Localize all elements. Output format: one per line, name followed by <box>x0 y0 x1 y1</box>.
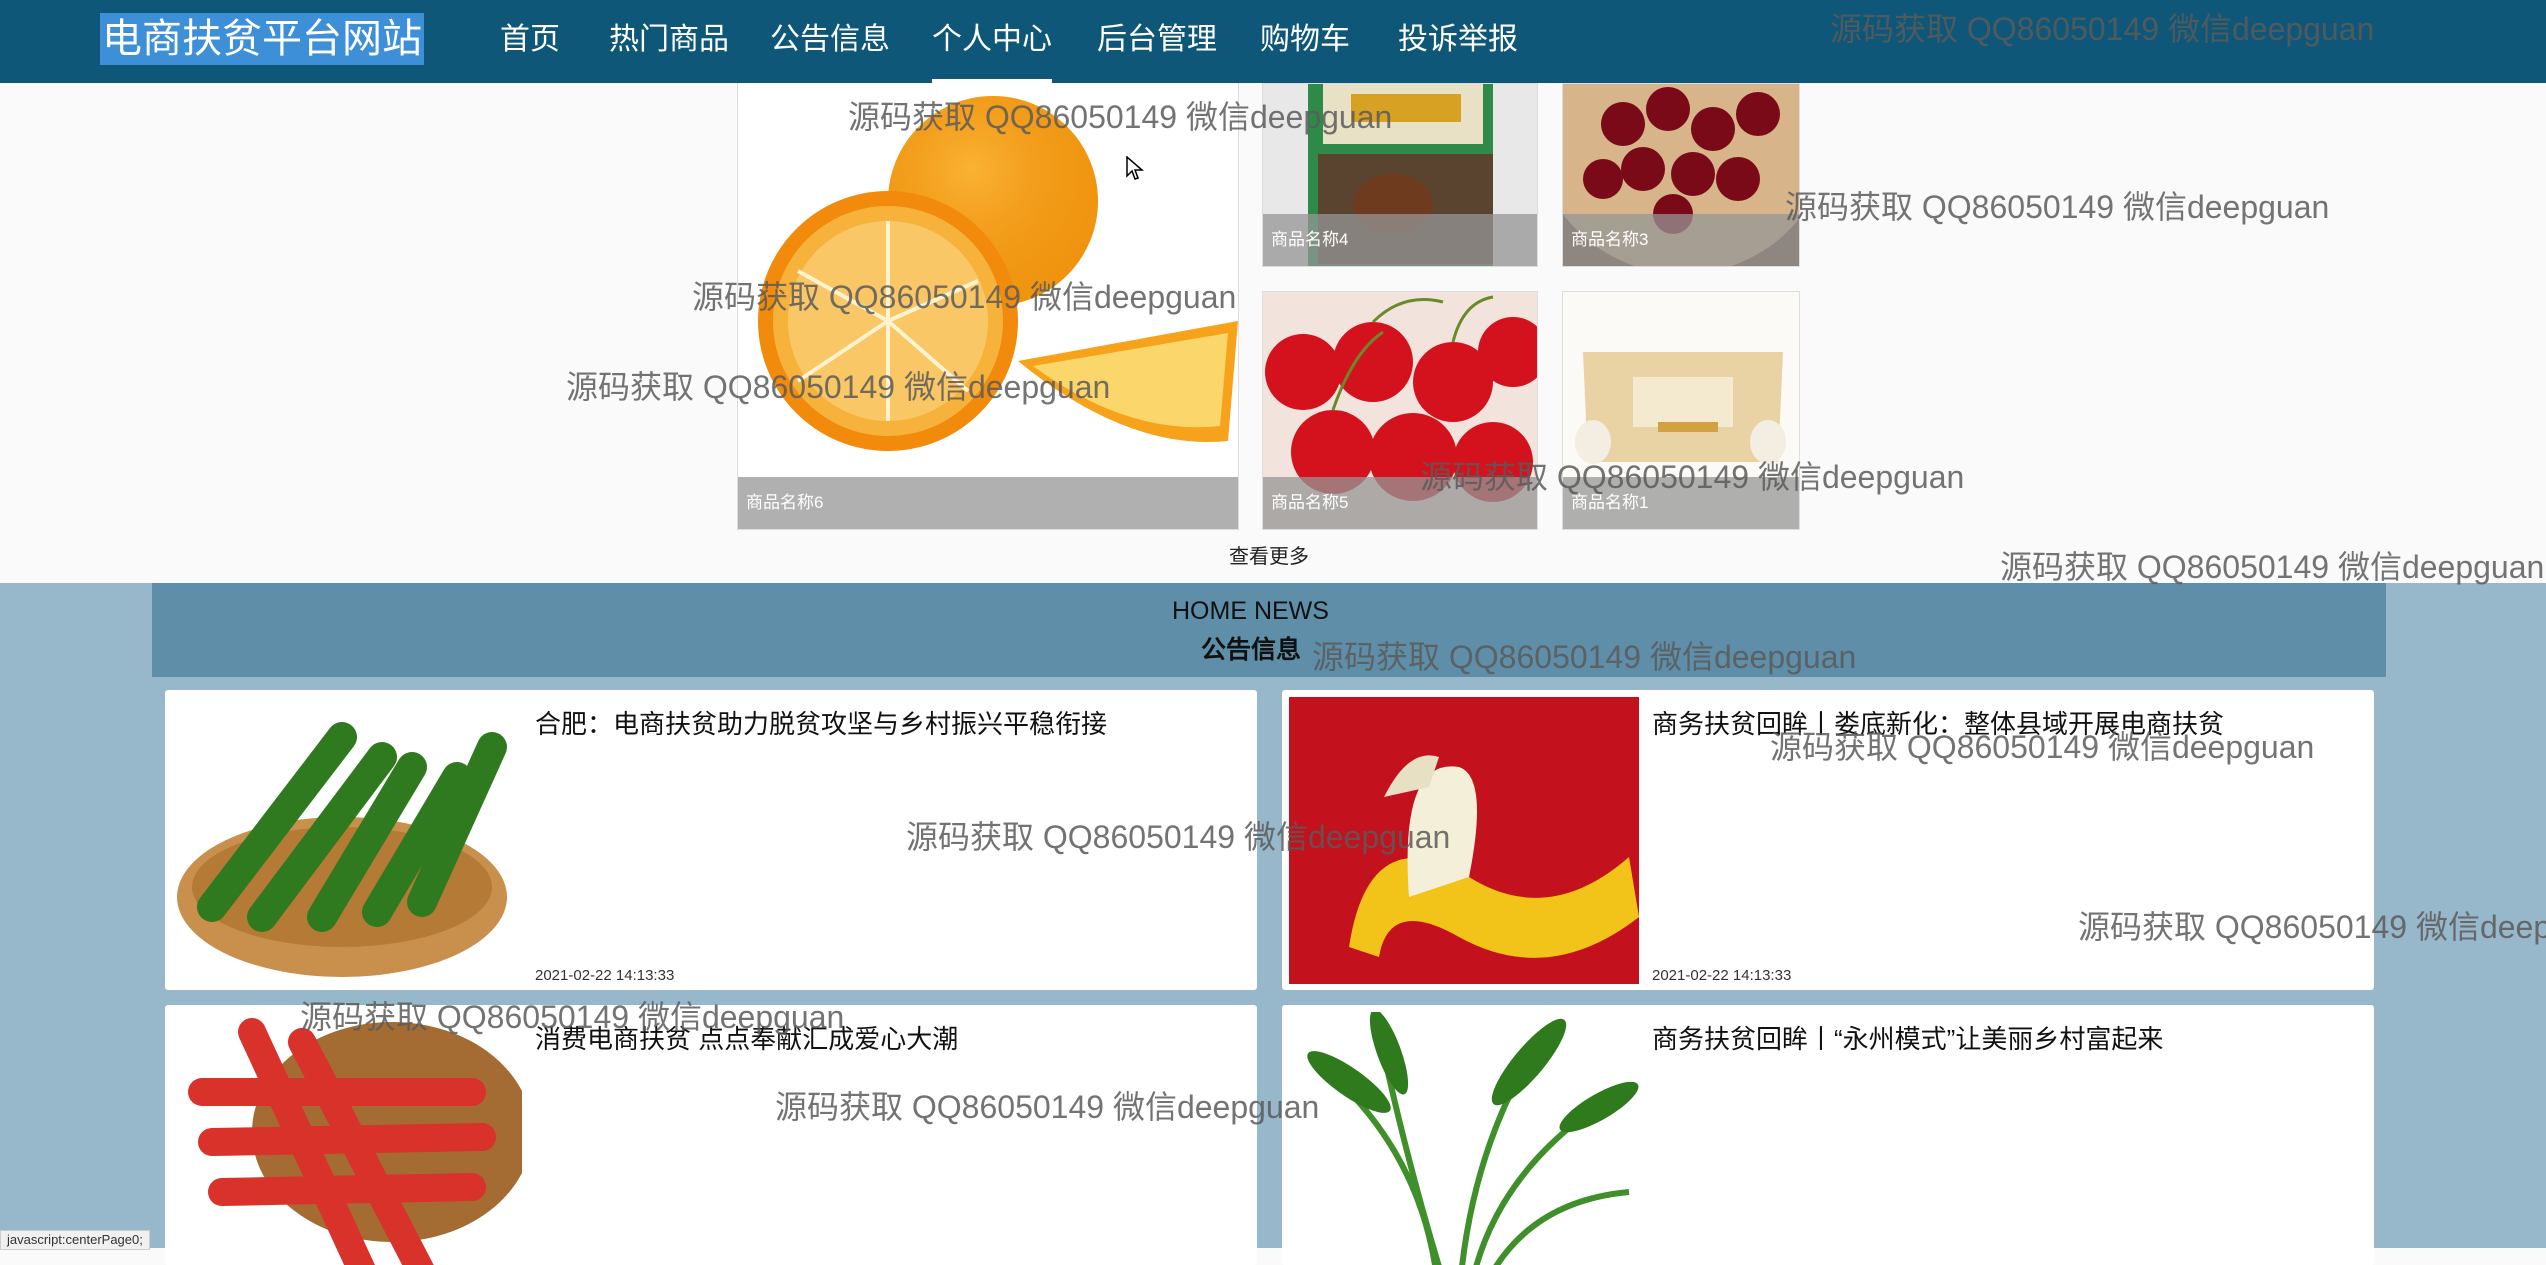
browser-status-bar: javascript:centerPage0; <box>0 1230 150 1250</box>
mouse-cursor-icon <box>1126 156 1144 180</box>
nav-home[interactable]: 首页 <box>500 0 560 83</box>
banana-image <box>1289 697 1639 984</box>
news-title-cn: 公告信息 <box>1201 636 1302 664</box>
product-name: 商品名称6 <box>738 477 1238 529</box>
watermark: 源码获取 QQ86050149 微信deepguan <box>2000 549 2545 585</box>
nav-admin[interactable]: 后台管理 <box>1097 0 1217 83</box>
product-name: 商品名称3 <box>1563 214 1799 266</box>
view-more-link[interactable]: 查看更多 <box>1229 540 1309 569</box>
news-title-en: HOME NEWS <box>1172 597 1329 625</box>
nav-complaint[interactable]: 投诉举报 <box>1398 0 1518 83</box>
product-name: 商品名称5 <box>1263 477 1537 529</box>
product-name: 商品名称4 <box>1263 214 1537 266</box>
news-card[interactable]: 消费电商扶贫 点点奉献汇成爱心大潮 <box>165 1005 1257 1265</box>
product-card[interactable]: 商品名称4 <box>1262 83 1538 267</box>
product-name: 商品名称1 <box>1563 477 1799 529</box>
greens-image <box>1289 1012 1639 1265</box>
news-date: 2021-02-22 14:13:33 <box>535 967 675 984</box>
news-card[interactable]: 商务扶贫回眸丨娄底新化：整体县域开展电商扶贫 2021-02-22 14:13:… <box>1282 690 2374 990</box>
product-card[interactable]: 商品名称6 <box>737 70 1239 530</box>
top-nav: 电商扶贫平台网站 首页 热门商品 公告信息 个人中心 后台管理 购物车 投诉举报 <box>0 0 2546 83</box>
product-card[interactable]: 商品名称1 <box>1562 291 1800 530</box>
orange-image <box>738 71 1238 529</box>
product-card[interactable]: 商品名称5 <box>1262 291 1538 530</box>
nav-announcements[interactable]: 公告信息 <box>770 0 890 83</box>
news-title[interactable]: 消费电商扶贫 点点奉献汇成爱心大潮 <box>535 1019 958 1056</box>
news-title[interactable]: 合肥：电商扶贫助力脱贫攻坚与乡村振兴平稳衔接 <box>535 704 1107 741</box>
cucumber-image <box>172 697 522 984</box>
news-card[interactable]: 合肥：电商扶贫助力脱贫攻坚与乡村振兴平稳衔接 2021-02-22 14:13:… <box>165 690 1257 990</box>
nav-personal-center[interactable]: 个人中心 <box>932 0 1052 83</box>
site-brand[interactable]: 电商扶贫平台网站 <box>100 13 424 65</box>
news-card[interactable]: 商务扶贫回眸丨“永州模式”让美丽乡村富起来 <box>1282 1005 2374 1265</box>
news-title[interactable]: 商务扶贫回眸丨娄底新化：整体县域开展电商扶贫 <box>1652 704 2224 741</box>
product-card[interactable]: 商品名称3 <box>1562 83 1800 267</box>
nav-hot-products[interactable]: 热门商品 <box>609 0 729 83</box>
news-title[interactable]: 商务扶贫回眸丨“永州模式”让美丽乡村富起来 <box>1652 1019 2163 1056</box>
nav-cart[interactable]: 购物车 <box>1260 0 1350 83</box>
watermark: 源码获取 QQ86050149 微信deepguan <box>1785 189 2330 225</box>
carrot-image <box>172 1012 522 1265</box>
news-date: 2021-02-22 14:13:33 <box>1652 967 1792 984</box>
